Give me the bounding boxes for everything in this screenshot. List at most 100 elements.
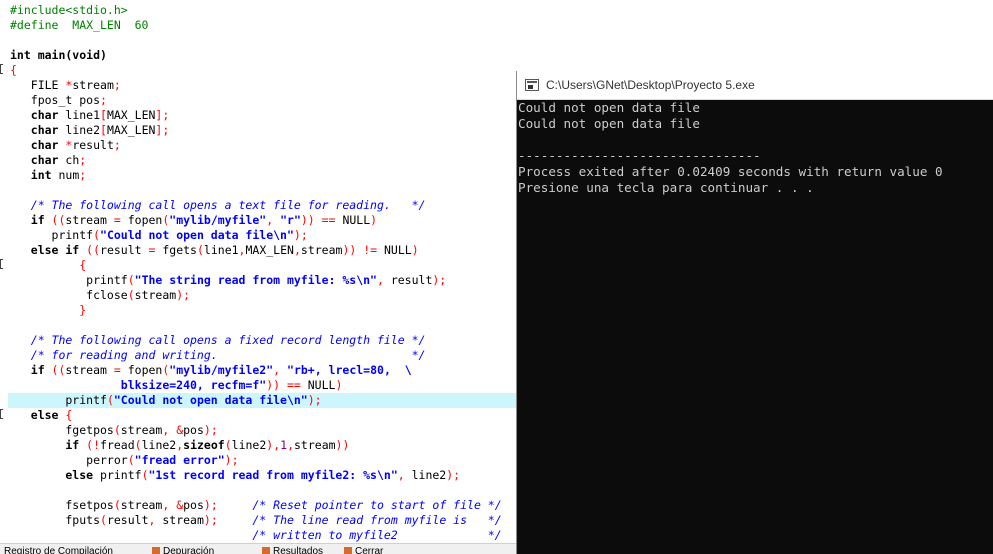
code-token: char — [10, 138, 66, 152]
code-line[interactable]: #include<stdio.h> — [10, 3, 128, 18]
code-line[interactable]: /* for reading and writing. */ — [10, 348, 426, 363]
code-line[interactable]: fsetpos(stream, &pos); /* Reset pointer … — [10, 498, 501, 513]
code-line[interactable]: else printf("1st record read from myfile… — [10, 468, 460, 483]
code-token: , — [148, 513, 163, 527]
code-token: , & — [162, 498, 184, 512]
code-token: , — [273, 363, 288, 377]
console-window[interactable]: C:\Users\GNet\Desktop\Proyecto 5.exe Cou… — [516, 71, 993, 554]
code-token: else if — [10, 243, 87, 257]
code-line[interactable]: { — [10, 63, 17, 78]
code-token: ( — [100, 513, 107, 527]
code-token: /* The line read from myfile is */ — [217, 513, 502, 527]
console-line: -------------------------------- — [518, 148, 761, 163]
debug-icon — [152, 547, 160, 554]
code-line[interactable]: FILE *stream; — [10, 78, 121, 93]
code-token: ; — [79, 153, 87, 167]
code-token: else — [10, 408, 66, 422]
code-token: stream — [65, 213, 114, 227]
code-token: pos — [183, 423, 204, 437]
code-token: ) — [335, 378, 343, 392]
code-token: fopen — [120, 363, 163, 377]
current-line[interactable]: printf("Could not open data file\n"); — [8, 393, 550, 408]
code-token: ) — [411, 243, 419, 257]
code-token: fpos_t pos — [10, 93, 101, 107]
tab-label: Registro de Compilación — [4, 546, 113, 554]
code-token: MAX_LEN — [106, 108, 156, 122]
code-line[interactable]: int num; — [10, 168, 86, 183]
code-line[interactable]: if ((stream = fopen("mylib/myfile2", "rb… — [10, 363, 412, 378]
code-token: ( — [127, 288, 135, 302]
code-token: sizeof — [183, 438, 225, 452]
fold-marker[interactable] — [0, 409, 3, 419]
code-line[interactable]: else { — [10, 408, 73, 423]
code-token: } — [10, 303, 87, 317]
tab-results[interactable]: Resultados — [258, 545, 327, 554]
code-token: ( — [106, 393, 114, 407]
code-line[interactable]: char ch; — [10, 153, 86, 168]
code-token: ( — [113, 423, 121, 437]
code-token: "r" — [280, 213, 301, 227]
code-token: result — [106, 513, 149, 527]
code-token: ( — [127, 453, 135, 467]
code-line[interactable]: printf("The string read from myfile: %s\… — [10, 273, 446, 288]
code-line[interactable]: char line1[MAX_LEN]; — [10, 108, 170, 123]
tab-compile-log[interactable]: Registro de Compilación — [0, 545, 117, 554]
code-line[interactable]: #define MAX_LEN 60 — [10, 18, 148, 33]
close-icon — [344, 547, 352, 554]
code-line[interactable]: printf("Could not open data file\n"); — [10, 228, 308, 243]
code-token: /* for reading and writing. */ — [10, 348, 426, 362]
code-token: "1st record read from myfile2: %s\n" — [148, 468, 398, 482]
tab-close[interactable]: Cerrar — [340, 545, 387, 554]
code-line[interactable]: fputs(result, stream); /* The line read … — [10, 513, 502, 528]
code-token: ]; — [155, 123, 170, 137]
code-line[interactable]: char line2[MAX_LEN]; — [10, 123, 170, 138]
tab-debug[interactable]: Depuración — [148, 545, 218, 554]
code-line[interactable]: if (!fread(line2,sizeof(line2),1,stream)… — [10, 438, 349, 453]
code-token: printf — [10, 393, 107, 407]
code-line[interactable]: /* The following call opens a fixed reco… — [10, 333, 426, 348]
code-token: == — [314, 213, 336, 227]
code-token: (! — [86, 438, 101, 452]
code-token: perror — [10, 453, 128, 467]
code-token: , — [293, 243, 301, 257]
code-token: int main(void) — [10, 48, 107, 62]
code-line[interactable]: { — [10, 258, 86, 273]
code-token: result — [390, 273, 433, 287]
code-line[interactable]: if ((stream = fopen("mylib/myfile", "r")… — [10, 213, 377, 228]
code-line[interactable]: /* written to myfile2 */ — [10, 528, 502, 543]
console-output[interactable]: Could not open data file Could not open … — [517, 100, 993, 196]
code-line[interactable]: perror("fread error"); — [10, 453, 238, 468]
fold-marker[interactable] — [0, 259, 3, 269]
code-token: (( — [51, 363, 66, 377]
code-token: /* written to myfile2 */ — [10, 528, 502, 542]
tab-label: Depuración — [163, 546, 215, 554]
console-titlebar[interactable]: C:\Users\GNet\Desktop\Proyecto 5.exe — [517, 71, 993, 100]
code-line[interactable]: else if ((result = fgets(line1,MAX_LEN,s… — [10, 243, 419, 258]
code-line[interactable]: /* The following call opens a text file … — [10, 198, 426, 213]
code-token: { — [10, 258, 87, 272]
code-token: ); — [203, 513, 218, 527]
code-line[interactable]: fgetpos(stream, &pos); — [10, 423, 217, 438]
code-token: NULL — [377, 243, 412, 257]
code-line[interactable]: } — [10, 303, 86, 318]
code-token: "Could not open data file\n" — [100, 228, 294, 242]
code-token: ); — [293, 228, 308, 242]
code-line[interactable]: blksize=240, recfm=f")) == NULL) — [10, 378, 343, 393]
results-icon — [262, 547, 270, 554]
code-token: int — [10, 168, 59, 182]
tab-label: Resultados — [273, 546, 324, 554]
code-line[interactable]: fclose(stream); — [10, 288, 190, 303]
code-line[interactable]: fpos_t pos; — [10, 93, 107, 108]
fold-marker[interactable] — [0, 64, 3, 74]
code-token: fclose — [10, 288, 128, 302]
code-token: { — [65, 408, 73, 422]
code-token: stream — [65, 363, 114, 377]
code-line[interactable]: char *result; — [10, 138, 121, 153]
code-token: "rb+, lrecl=80, \ — [287, 363, 412, 377]
code-token: pos — [183, 498, 204, 512]
code-token: ) — [370, 213, 378, 227]
code-token: line1 — [65, 108, 101, 122]
code-token: num — [58, 168, 80, 182]
code-token: "Could not open data file\n" — [113, 393, 308, 407]
code-line[interactable]: int main(void) — [10, 48, 107, 63]
